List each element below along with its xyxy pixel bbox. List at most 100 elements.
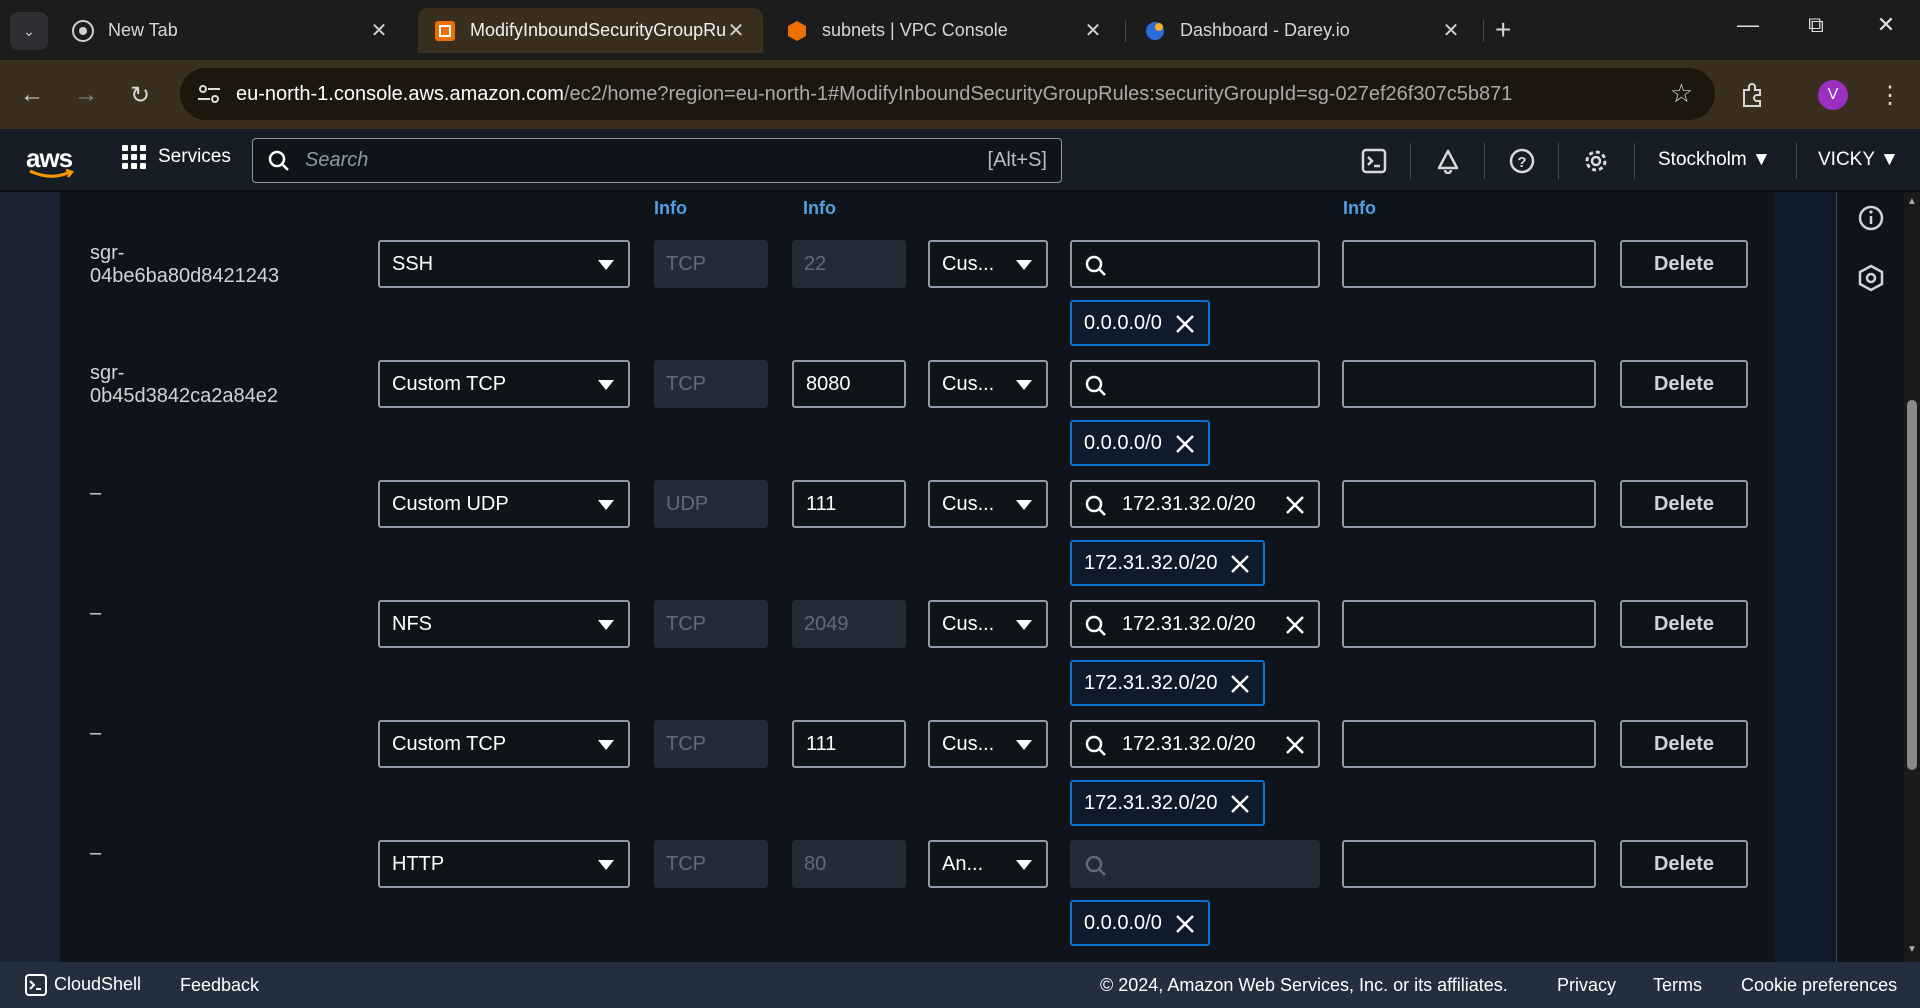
rule-type-select[interactable]: Custom TCP (378, 360, 630, 408)
rule-type-select[interactable]: Custom UDP (378, 480, 630, 528)
remove-token-x-icon[interactable] (1174, 313, 1196, 341)
remove-token-x-icon[interactable] (1229, 553, 1251, 581)
source-search-input[interactable]: 172.31.32.0/20 (1070, 600, 1320, 648)
account-menu[interactable]: VICKY ▼ (1818, 149, 1899, 171)
source-search-input[interactable] (1070, 360, 1320, 408)
services-menu[interactable]: Services (122, 145, 231, 169)
info-link-port-range[interactable]: Info (803, 198, 836, 219)
privacy-link[interactable]: Privacy (1557, 975, 1616, 996)
clear-x-icon[interactable] (1284, 494, 1306, 522)
bookmark-star-icon[interactable]: ☆ (1670, 78, 1693, 109)
remove-token-x-icon[interactable] (1229, 673, 1251, 701)
port-range-input[interactable]: 111 (792, 480, 906, 528)
protocol-readonly: TCP (654, 840, 768, 888)
source-type-select[interactable]: Cus... (928, 360, 1048, 408)
info-link-description[interactable]: Info (1343, 198, 1376, 219)
tab-title: Dashboard - Darey.io (1180, 20, 1350, 40)
port-range-input[interactable]: 8080 (792, 360, 906, 408)
rule-type-select[interactable]: SSH (378, 240, 630, 288)
source-search-input[interactable] (1070, 240, 1320, 288)
terms-link[interactable]: Terms (1653, 975, 1702, 996)
port-range-input[interactable]: 111 (792, 720, 906, 768)
hexagon-settings-icon[interactable] (1857, 264, 1885, 292)
source-type-select[interactable]: Cus... (928, 720, 1048, 768)
delete-rule-button[interactable]: Delete (1620, 360, 1748, 408)
tab-search-chevron-icon[interactable]: ⌄ (10, 12, 48, 50)
caret-down-icon (598, 500, 614, 510)
remove-token-x-icon[interactable] (1174, 433, 1196, 461)
delete-rule-button[interactable]: Delete (1620, 720, 1748, 768)
address-bar[interactable]: eu-north-1.console.aws.amazon.com/ec2/ho… (180, 68, 1715, 120)
back-arrow-icon[interactable]: ← (14, 77, 50, 113)
rule-type-select[interactable]: Custom TCP (378, 720, 630, 768)
description-input[interactable] (1342, 240, 1596, 288)
cookie-preferences-link[interactable]: Cookie preferences (1741, 975, 1897, 996)
aws-search-input[interactable]: Search [Alt+S] (252, 138, 1062, 183)
source-type-value: Cus... (942, 492, 995, 515)
browser-tab-darey[interactable]: Dashboard - Darey.io ✕ (1128, 8, 1478, 53)
rule-type-select[interactable]: NFS (378, 600, 630, 648)
notifications-bell-icon[interactable] (1432, 145, 1464, 177)
scroll-down-arrow-icon[interactable]: ▼ (1907, 944, 1917, 955)
description-input[interactable] (1342, 360, 1596, 408)
minimize-icon[interactable]: — (1728, 12, 1768, 38)
source-type-select[interactable]: Cus... (928, 240, 1048, 288)
delete-rule-button[interactable]: Delete (1620, 240, 1748, 288)
source-search-input[interactable]: 172.31.32.0/20 (1070, 720, 1320, 768)
site-info-icon[interactable] (196, 82, 222, 106)
region-selector[interactable]: Stockholm ▼ (1658, 149, 1771, 171)
close-window-icon[interactable]: ✕ (1866, 12, 1906, 38)
source-type-value: Cus... (942, 732, 995, 755)
description-input[interactable] (1342, 720, 1596, 768)
tab-title: ModifyInboundSecurityGroupRules (470, 20, 725, 40)
clear-x-icon[interactable] (1284, 734, 1306, 762)
tab-close-icon[interactable]: ✕ (1082, 18, 1104, 43)
source-type-select[interactable]: An... (928, 840, 1048, 888)
url-path: /ec2/home?region=eu-north-1#ModifyInboun… (563, 82, 1513, 105)
cloudshell-footer-link[interactable]: CloudShell (24, 973, 141, 997)
reload-icon[interactable]: ↻ (122, 77, 158, 113)
feedback-link[interactable]: Feedback (180, 975, 259, 996)
page-scrollbar[interactable]: ▲ ▼ (1904, 192, 1920, 962)
search-placeholder: Search (305, 149, 369, 171)
scrollbar-thumb[interactable] (1907, 400, 1917, 770)
source-search-input[interactable]: 172.31.32.0/20 (1070, 480, 1320, 528)
browser-tab-modify-inbound[interactable]: ModifyInboundSecurityGroupRules ✕ (418, 8, 763, 53)
forward-arrow-icon[interactable]: → (68, 77, 104, 113)
browser-tab-subnets[interactable]: subnets | VPC Console ✕ (770, 8, 1120, 53)
cloudshell-icon[interactable] (1358, 145, 1390, 177)
scroll-up-arrow-icon[interactable]: ▲ (1907, 196, 1917, 207)
rule-id: – (90, 842, 102, 864)
delete-rule-button[interactable]: Delete (1620, 480, 1748, 528)
clear-x-icon[interactable] (1284, 614, 1306, 642)
help-icon[interactable]: ? (1506, 145, 1538, 177)
info-link-protocol[interactable]: Info (654, 198, 687, 219)
caret-down-icon (598, 260, 614, 270)
extensions-puzzle-icon[interactable] (1734, 77, 1770, 113)
tab-close-icon[interactable]: ✕ (368, 18, 390, 43)
browser-tab-new-tab[interactable]: New Tab ✕ (56, 8, 406, 53)
delete-rule-button[interactable]: Delete (1620, 600, 1748, 648)
rule-type-value: Custom UDP (392, 492, 509, 515)
new-tab-plus-icon[interactable]: + (1495, 14, 1511, 46)
info-circle-icon[interactable] (1857, 204, 1885, 232)
rule-type-value: HTTP (392, 852, 445, 875)
source-type-select[interactable]: Cus... (928, 480, 1048, 528)
restore-icon[interactable]: ⧉ (1796, 12, 1836, 38)
settings-gear-icon[interactable] (1580, 145, 1612, 177)
description-input[interactable] (1342, 840, 1596, 888)
description-input[interactable] (1342, 600, 1596, 648)
rule-type-select[interactable]: HTTP (378, 840, 630, 888)
tab-close-icon[interactable]: ✕ (725, 18, 747, 43)
tab-close-icon[interactable]: ✕ (1440, 18, 1462, 43)
delete-rule-button[interactable]: Delete (1620, 840, 1748, 888)
remove-token-x-icon[interactable] (1229, 793, 1251, 821)
caret-down-icon (598, 380, 614, 390)
description-input[interactable] (1342, 480, 1596, 528)
aws-logo[interactable]: aws (26, 143, 76, 179)
remove-token-x-icon[interactable] (1174, 913, 1196, 941)
browser-menu-icon[interactable]: ⋮ (1872, 77, 1908, 113)
source-cidr-token: 0.0.0.0/0 (1070, 300, 1210, 346)
source-type-select[interactable]: Cus... (928, 600, 1048, 648)
profile-avatar[interactable]: V (1818, 80, 1848, 110)
